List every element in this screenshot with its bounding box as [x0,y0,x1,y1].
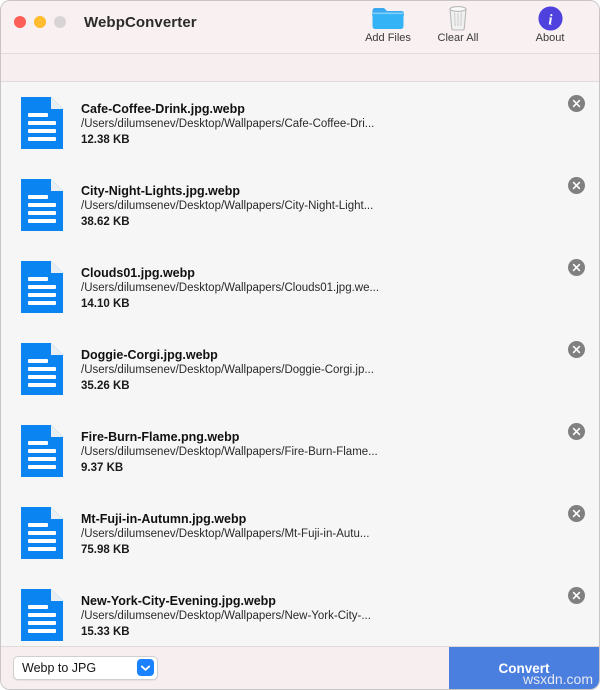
file-size: 15.33 KB [81,625,130,638]
bottom-left: Webp to JPG [1,647,449,689]
convert-button[interactable]: Convert [449,647,599,689]
file-row[interactable]: Doggie-Corgi.jpg.webp /Users/dilumsenev/… [1,328,599,410]
file-meta: Clouds01.jpg.webp /Users/dilumsenev/Desk… [81,265,568,310]
file-path: /Users/dilumsenev/Desktop/Wallpapers/Mt-… [81,527,370,540]
file-size: 12.38 KB [81,133,130,146]
file-meta: Doggie-Corgi.jpg.webp /Users/dilumsenev/… [81,347,568,392]
remove-icon[interactable] [568,505,585,522]
about-label: About [535,32,565,44]
file-row[interactable]: Mt-Fuji-in-Autumn.jpg.webp /Users/dilums… [1,492,599,574]
document-icon [19,587,65,643]
file-path: /Users/dilumsenev/Desktop/Wallpapers/Cit… [81,199,374,212]
file-size: 75.98 KB [81,543,130,556]
about-button[interactable]: i About [515,4,585,44]
file-meta: City-Night-Lights.jpg.webp /Users/dilums… [81,183,568,228]
file-row[interactable]: New-York-City-Evening.jpg.webp /Users/di… [1,574,599,646]
trash-icon [445,4,471,31]
chevron-down-icon[interactable] [137,659,154,676]
conversion-mode-select[interactable]: Webp to JPG [13,656,158,680]
sub-toolbar [1,54,599,82]
file-name: Clouds01.jpg.webp [81,265,195,280]
file-path: /Users/dilumsenev/Desktop/Wallpapers/Caf… [81,117,375,130]
file-name: City-Night-Lights.jpg.webp [81,183,241,198]
file-row[interactable]: Fire-Burn-Flame.png.webp /Users/dilumsen… [1,410,599,492]
file-name: New-York-City-Evening.jpg.webp [81,593,276,608]
file-list[interactable]: Cafe-Coffee-Drink.jpg.webp /Users/dilums… [1,82,599,646]
close-window-button[interactable] [14,16,26,28]
document-icon [19,423,65,479]
minimize-window-button[interactable] [34,16,46,28]
bottom-bar: Webp to JPG Convert [1,646,599,689]
file-size: 38.62 KB [81,215,130,228]
file-meta: Mt-Fuji-in-Autumn.jpg.webp /Users/dilums… [81,511,568,556]
file-path: /Users/dilumsenev/Desktop/Wallpapers/Fir… [81,445,378,458]
file-meta: Cafe-Coffee-Drink.jpg.webp /Users/dilums… [81,101,568,146]
clear-all-button[interactable]: Clear All [423,4,493,44]
remove-icon[interactable] [568,177,585,194]
zoom-window-button[interactable] [54,16,66,28]
add-files-label: Add Files [365,32,411,44]
file-row[interactable]: City-Night-Lights.jpg.webp /Users/dilums… [1,164,599,246]
document-icon [19,95,65,151]
conversion-mode-label: Webp to JPG [22,661,97,675]
folder-icon [371,4,405,31]
remove-icon[interactable] [568,259,585,276]
clear-all-label: Clear All [437,32,479,44]
document-icon [19,259,65,315]
document-icon [19,177,65,233]
titlebar: WebpConverter Add Files Clear All i Abou… [1,1,599,54]
toolbar: Add Files Clear All i About [353,4,585,44]
file-size: 14.10 KB [81,297,130,310]
file-meta: New-York-City-Evening.jpg.webp /Users/di… [81,593,568,638]
file-path: /Users/dilumsenev/Desktop/Wallpapers/New… [81,609,371,622]
file-name: Cafe-Coffee-Drink.jpg.webp [81,101,245,116]
file-meta: Fire-Burn-Flame.png.webp /Users/dilumsen… [81,429,568,474]
remove-icon[interactable] [568,423,585,440]
file-size: 35.26 KB [81,379,130,392]
remove-icon[interactable] [568,587,585,604]
file-name: Mt-Fuji-in-Autumn.jpg.webp [81,511,247,526]
app-title: WebpConverter [84,13,197,31]
file-path: /Users/dilumsenev/Desktop/Wallpapers/Clo… [81,281,380,294]
document-icon [19,505,65,561]
add-files-button[interactable]: Add Files [353,4,423,44]
info-icon: i [538,4,563,31]
document-icon [19,341,65,397]
remove-icon[interactable] [568,341,585,358]
remove-icon[interactable] [568,95,585,112]
file-name: Doggie-Corgi.jpg.webp [81,347,218,362]
app-window: WebpConverter Add Files Clear All i Abou… [0,0,600,690]
file-name: Fire-Burn-Flame.png.webp [81,429,240,444]
file-path: /Users/dilumsenev/Desktop/Wallpapers/Dog… [81,363,374,376]
file-row[interactable]: Clouds01.jpg.webp /Users/dilumsenev/Desk… [1,246,599,328]
traffic-lights [1,16,66,28]
convert-label: Convert [498,660,550,676]
file-row[interactable]: Cafe-Coffee-Drink.jpg.webp /Users/dilums… [1,82,599,164]
file-size: 9.37 KB [81,461,124,474]
